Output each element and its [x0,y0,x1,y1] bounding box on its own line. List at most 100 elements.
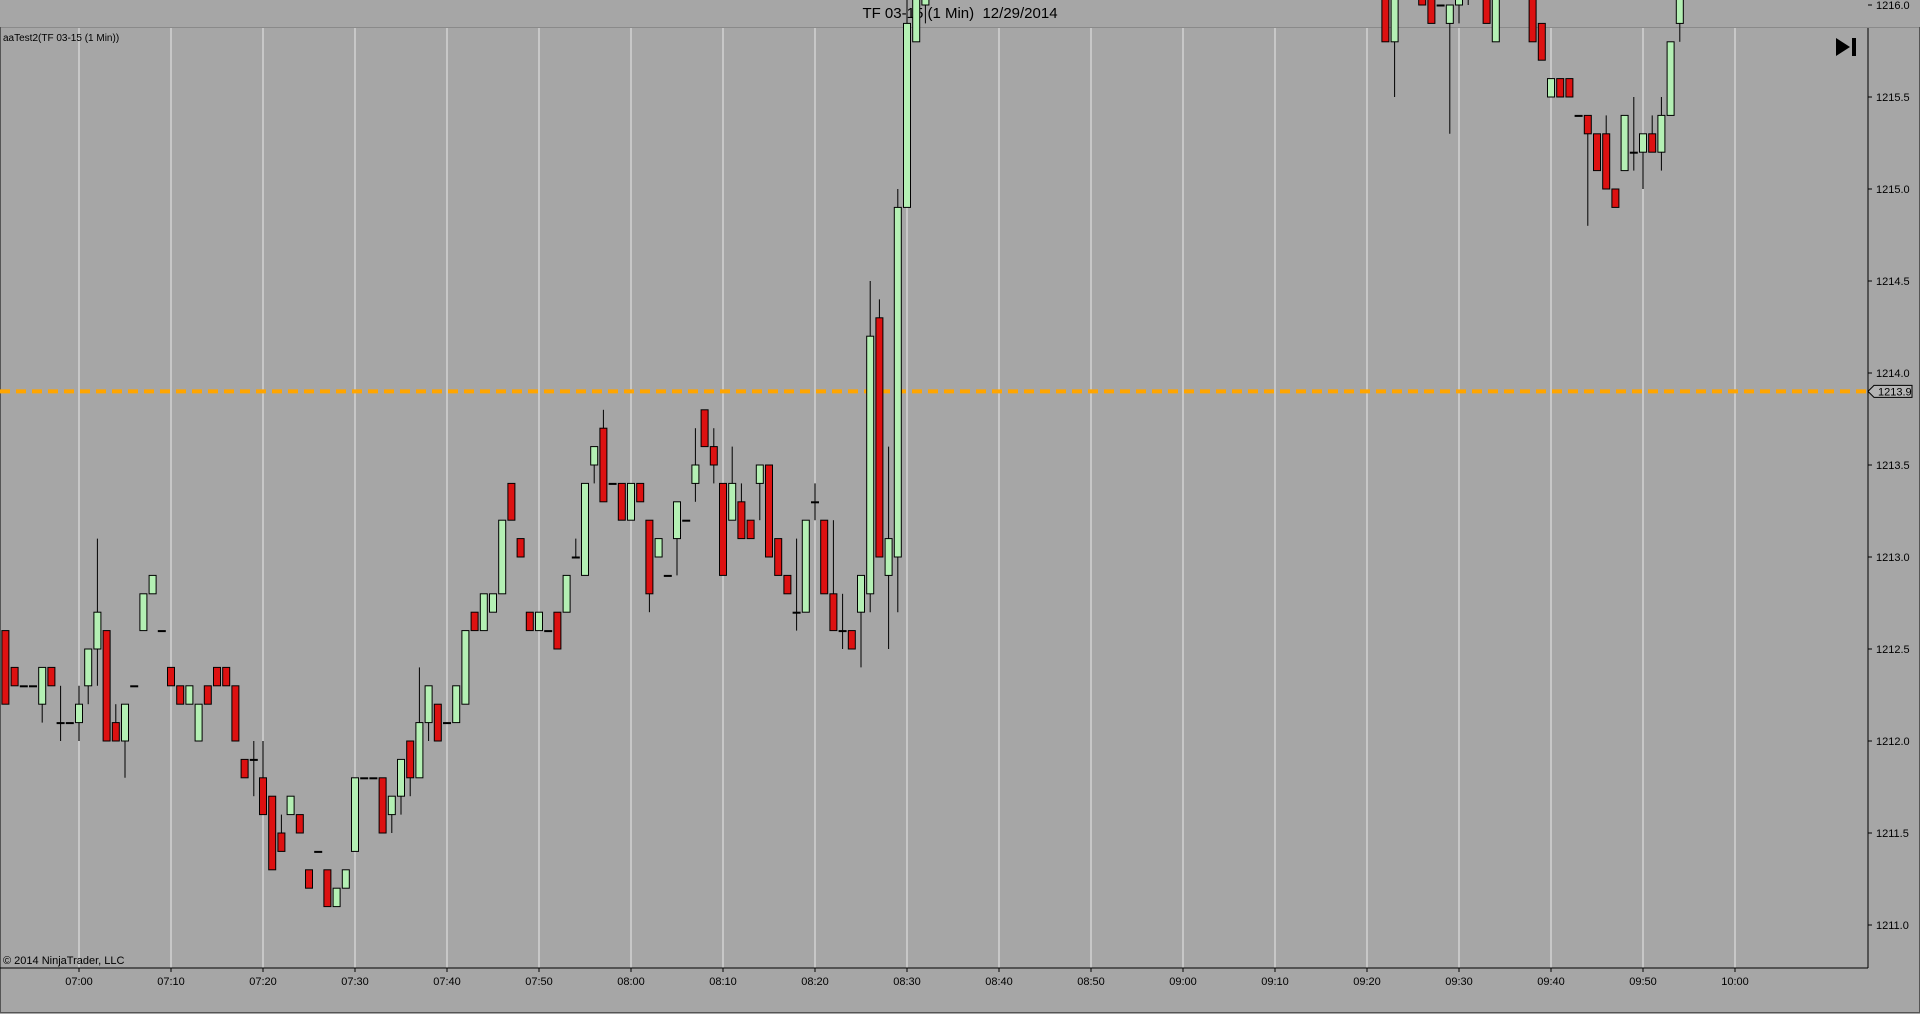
candle [829,520,838,632]
candle [360,777,369,780]
x-tick-label: 07:30 [341,976,369,988]
candle [1648,115,1657,153]
candle [1666,41,1675,116]
candle-body-up [663,574,672,577]
candle [1528,0,1537,43]
candle-body-up [249,758,258,761]
candle [755,464,764,521]
candle-body-down [240,758,249,779]
candle-body-down [176,685,185,705]
candle [1,630,10,705]
candle-body-up [194,703,203,742]
candle-body-up [673,501,681,540]
candle-body-up [397,758,405,797]
candle [912,0,921,43]
candle [728,446,737,521]
candle [903,0,911,208]
candle-body-up [912,0,921,43]
candle [121,703,129,778]
candle [608,482,617,485]
candle [1620,114,1629,172]
candle [498,519,507,595]
candle [617,482,626,521]
candle-body-up [792,611,801,614]
x-tick-label: 08:50 [1077,976,1105,988]
candle-body-down [231,685,240,742]
candle-body-down [323,869,332,908]
candle [378,777,387,834]
candle [102,630,111,742]
candle [553,611,562,650]
candle [921,0,930,24]
y-tick-label: 1212.0 [1876,736,1910,748]
candle-body-up [581,482,589,576]
candle-body-down [507,482,516,521]
x-tick-label: 09:50 [1629,976,1657,988]
candle-body-up [139,593,148,632]
candle-body-up [1455,0,1463,6]
candle-body-down [525,611,534,632]
candle-body-down [10,666,19,687]
candle-body-up [341,869,350,889]
candle [801,519,810,613]
x-tick-label: 07:50 [525,976,553,988]
candle-body-up [157,630,166,633]
indicator-label: aaTest2(TF 03-15 (1 Min)) [3,33,120,44]
candle-body-up [56,722,65,725]
candle [590,446,599,484]
candle [231,685,240,742]
candle-body-down [829,593,838,632]
copyright-text: © 2014 NinjaTrader, LLC [3,955,125,967]
candle-body-down [636,482,645,503]
candle [139,593,148,632]
candle-body-up [691,464,700,484]
candle-body-up [866,335,875,595]
candle [581,482,589,576]
candle-body-up [130,685,139,688]
candle-body-down [1528,0,1537,43]
candle [1611,188,1620,208]
candle-body-up [1657,114,1666,153]
candle-body-down [295,814,304,834]
candle [1565,78,1574,98]
candle-body-up [185,685,194,705]
candle [709,428,718,484]
candle-body-up [93,611,102,650]
candle [1381,0,1390,43]
candle [884,446,893,649]
candle-body-down [709,446,718,466]
candle [65,722,74,725]
candle [1556,78,1565,98]
candle-body-up [544,630,553,633]
x-tick-label: 10:00 [1721,976,1749,988]
candle-body-up [369,777,378,780]
candle [194,703,203,742]
candle-body-down [213,666,221,687]
candle [305,869,313,889]
candle-body-up [1436,4,1445,7]
skip-to-end-icon[interactable] [1834,36,1858,58]
candle-body-down [553,611,562,650]
candle-body-down [1482,0,1491,24]
candle [811,483,819,521]
candle [1537,22,1546,61]
candle-body-up [479,593,488,632]
candle-body-up [562,574,571,613]
price-chart[interactable]: 07:00 07:10 07:20 07:30 07:40 07:50 08:00 08:10… [0,0,1920,1014]
candle-body-up [590,446,599,466]
candle-body-up [148,574,157,595]
candle [737,483,746,540]
x-tick-label: 07:40 [433,976,461,988]
candle [1583,114,1592,226]
candle-body-up [627,482,635,521]
candle-body-down [516,538,525,558]
candle-body-up [571,556,580,559]
candle-body-down [1,630,10,705]
candle [562,574,571,613]
candle-body-down [47,666,56,687]
candle [268,795,277,871]
candle-body-down [203,685,212,705]
x-tick-label: 08:10 [709,976,737,988]
candle [84,648,93,705]
candle-body-down [737,501,746,540]
